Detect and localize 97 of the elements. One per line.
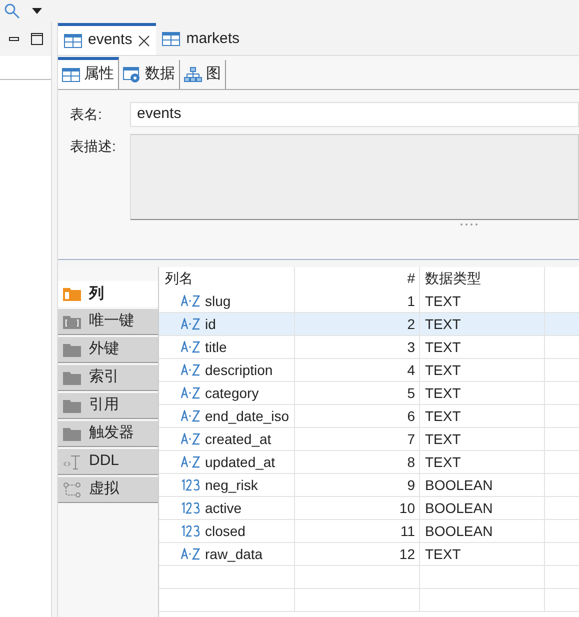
text-type-icon: [181, 548, 201, 560]
text-type-icon: [181, 410, 201, 422]
table-cell: 1: [295, 290, 420, 313]
table-cell: [545, 313, 579, 336]
folder-icon: [63, 426, 81, 440]
folder-icon: [63, 342, 81, 356]
table-cell: TEXT: [420, 359, 545, 382]
close-icon[interactable]: [138, 34, 150, 46]
text-type-icon: [181, 295, 201, 307]
text-type-icon: [181, 387, 201, 399]
side-tab[interactable]: 索引: [58, 365, 158, 391]
number-type-icon: [181, 479, 201, 491]
table-cell-text: description: [205, 360, 273, 380]
table-cell: 10: [295, 497, 420, 520]
table-cell: 3: [295, 336, 420, 359]
table-cell: 8: [295, 451, 420, 474]
folder-icon: [63, 287, 81, 301]
table-cell-text: closed: [205, 522, 246, 540]
table-cell: 6: [295, 405, 420, 428]
table-row-name[interactable]: category: [159, 382, 295, 405]
table-cell: BOOLEAN: [420, 474, 545, 497]
table-cell-text: id: [205, 314, 216, 334]
field-label: 表描述:: [69, 137, 117, 156]
folder-icon: [63, 398, 81, 412]
table-cell-text: slug: [205, 292, 231, 311]
table-cell-text: title: [205, 338, 227, 356]
text-type-icon: [181, 456, 201, 468]
table-row-name[interactable]: description: [159, 359, 295, 382]
text-type-icon: [181, 364, 201, 376]
table-row-name[interactable]: active: [159, 497, 295, 520]
search-icon[interactable]: [4, 3, 20, 19]
table-cell: TEXT: [420, 405, 545, 428]
nodes-icon: [63, 482, 81, 498]
table-cell-text: created_at: [205, 430, 272, 449]
view-tab[interactable]: 属性: [58, 57, 119, 89]
description-field[interactable]: [130, 134, 579, 220]
table-cell-text: updated_at: [205, 452, 276, 472]
table-cell: TEXT: [420, 543, 545, 566]
dropdown-caret-icon[interactable]: [32, 8, 42, 14]
editor-tab[interactable]: markets: [156, 23, 246, 55]
view-tab[interactable]: 图: [180, 60, 226, 89]
editor-tab[interactable]: events: [58, 23, 156, 55]
side-tab[interactable]: 引用: [58, 393, 158, 419]
table-cell: TEXT: [420, 313, 545, 336]
table-cell-text: end_date_iso: [205, 406, 290, 426]
table-row-name[interactable]: updated_at: [159, 451, 295, 474]
text-type-icon: [181, 341, 201, 353]
table-row-name[interactable]: end_date_iso: [159, 405, 295, 428]
number-type-icon: [181, 502, 201, 514]
side-tab[interactable]: 唯一键: [58, 309, 158, 335]
table-row-name[interactable]: neg_risk: [159, 474, 295, 497]
table-cell: 2: [295, 313, 420, 336]
table-cell: TEXT: [420, 451, 545, 474]
folder-icon: [63, 370, 81, 384]
table-row-name[interactable]: created_at: [159, 428, 295, 451]
table-cell: TEXT: [420, 428, 545, 451]
hierarchy-icon: [184, 66, 202, 82]
table-cell: 9: [295, 474, 420, 497]
folder-icon: [63, 314, 81, 328]
side-tab[interactable]: 虚拟: [58, 477, 158, 503]
side-tab[interactable]: 外键: [58, 337, 158, 363]
table-data-icon: [123, 66, 141, 82]
table-cell: 4: [295, 359, 420, 382]
table-cell: 7: [295, 428, 420, 451]
table-cell-text: category: [205, 384, 259, 403]
table-row-name[interactable]: closed: [159, 520, 295, 543]
table-icon: [162, 32, 180, 46]
side-tab[interactable]: 列: [58, 281, 158, 307]
resize-grip-icon[interactable]: [460, 223, 478, 226]
number-type-icon: [181, 525, 201, 537]
view-tab[interactable]: 数据: [119, 60, 180, 89]
table-icon: [64, 34, 82, 48]
side-tab[interactable]: DDL: [58, 449, 158, 475]
table-cell: TEXT: [420, 336, 545, 359]
code-icon: [63, 454, 81, 470]
minimize-icon[interactable]: [9, 37, 19, 41]
table-cell: TEXT: [420, 382, 545, 405]
text-type-icon: [181, 433, 201, 445]
table-cell: TEXT: [420, 290, 545, 313]
table-cell: 5: [295, 382, 420, 405]
maximize-icon[interactable]: [31, 33, 43, 45]
table-cell: BOOLEAN: [420, 497, 545, 520]
table-cell: 11: [295, 520, 420, 543]
table-cell-text: neg_risk: [205, 476, 258, 495]
table-icon: [62, 68, 80, 82]
table-cell-text: active: [205, 498, 242, 518]
table-row-name[interactable]: title: [159, 336, 295, 359]
table-cell: 12: [295, 543, 420, 566]
table-name-field[interactable]: events: [130, 102, 579, 127]
side-tab[interactable]: 触发器: [58, 421, 158, 447]
field-label: 表名:: [69, 105, 103, 124]
table-row-name[interactable]: slug: [159, 290, 295, 313]
table-row-name[interactable]: raw_data: [159, 543, 295, 566]
table-cell-text: raw_data: [205, 544, 263, 564]
table-cell: BOOLEAN: [420, 520, 545, 543]
text-type-icon: [181, 318, 201, 330]
table-row-name[interactable]: id: [159, 313, 295, 336]
